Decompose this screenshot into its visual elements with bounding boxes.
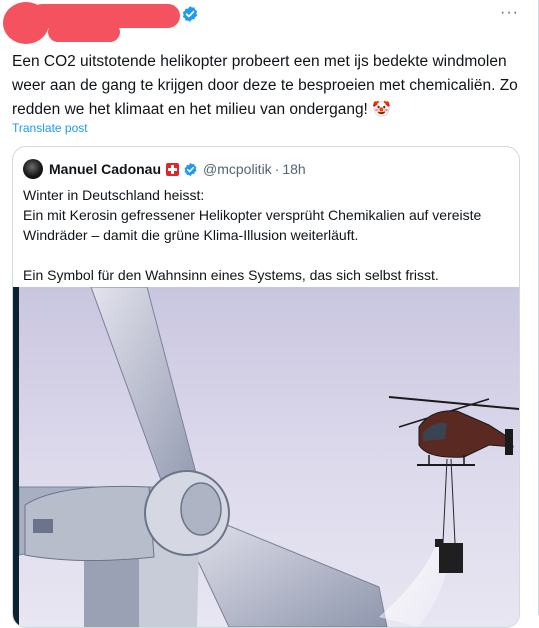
verified-badge-icon [182,6,198,22]
quote-header: Manuel Cadonau @mcpolitik · 18h [23,159,306,179]
quote-line-1: Winter in Deutschland heisst: [23,187,205,203]
quote-text: Winter in Deutschland heisst: Ein mit Ke… [23,185,513,285]
quote-timestamp[interactable]: 18h [282,161,305,177]
quote-media-image[interactable] [13,287,519,627]
avatar[interactable] [23,159,43,179]
tweet-body: Een CO2 uitstotende helikopter probeert … [12,53,518,118]
separator-dot: · [274,161,280,177]
quote-handle[interactable]: @mcpolitik [203,161,272,177]
wind-turbine-helicopter-photo [19,287,519,627]
redacted-handle [48,22,120,42]
more-options-icon[interactable]: ··· [500,4,519,22]
tweet-card: ··· Een CO2 uitstotende helikopter probe… [0,0,539,628]
quoted-tweet[interactable]: Manuel Cadonau @mcpolitik · 18h Winter i… [12,146,520,628]
verified-badge-icon [184,162,197,176]
clown-emoji: 🤡 [372,101,391,118]
swiss-flag-icon [166,162,180,176]
quote-line-3: Ein Symbol für den Wahnsinn eines System… [23,267,439,283]
translate-post-link[interactable]: Translate post [12,121,88,135]
quote-author-name[interactable]: Manuel Cadonau [49,161,161,177]
tweet-text: Een CO2 uitstotende helikopter probeert … [12,50,532,122]
quote-line-2: Ein mit Kerosin gefressener Helikopter v… [23,207,482,243]
